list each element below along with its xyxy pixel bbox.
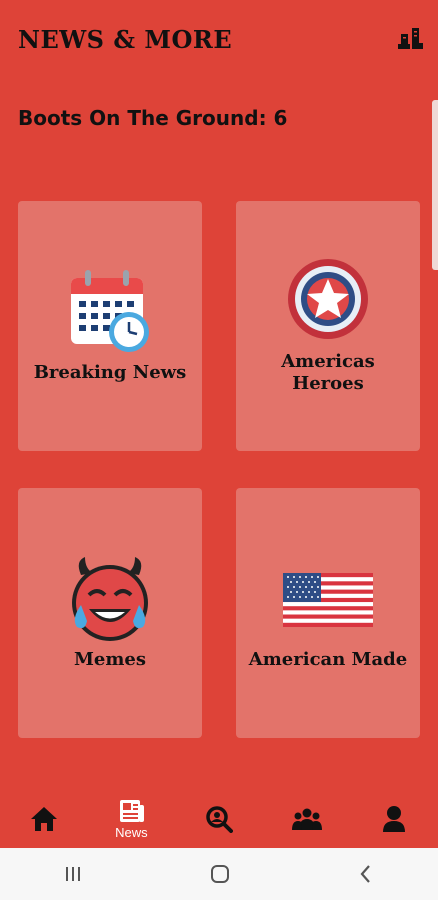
tile-american-made[interactable]: American Made xyxy=(236,488,420,738)
newspaper-icon xyxy=(120,799,145,822)
star-shield-icon xyxy=(288,259,368,339)
nav-news[interactable]: News xyxy=(101,790,161,848)
group-icon xyxy=(291,808,322,830)
page-title: NEWS & MORE xyxy=(18,24,233,54)
tile-label: Breaking News xyxy=(33,362,187,383)
system-navigation-bar xyxy=(0,848,438,900)
app-header: NEWS & MORE xyxy=(18,22,424,56)
recent-apps-icon[interactable] xyxy=(63,865,83,883)
tile-label: Memes xyxy=(73,649,146,670)
back-icon[interactable] xyxy=(357,863,375,885)
nav-community[interactable] xyxy=(277,790,337,848)
scroll-indicator[interactable] xyxy=(432,100,438,270)
profile-icon xyxy=(383,806,406,832)
bottom-navigation: News xyxy=(0,790,438,848)
tile-americas-heroes[interactable]: Americas Heroes xyxy=(236,201,420,451)
boots-count-text: Boots On The Ground: 6 xyxy=(18,106,288,130)
home-system-icon[interactable] xyxy=(209,863,231,885)
nav-search[interactable] xyxy=(189,790,249,848)
us-flag-icon xyxy=(283,573,373,627)
nav-news-label: News xyxy=(115,824,148,840)
tile-breaking-news[interactable]: Breaking News xyxy=(18,201,202,451)
home-icon xyxy=(30,807,57,831)
tile-label: Americas Heroes xyxy=(281,351,375,394)
laughing-devil-icon xyxy=(72,557,148,641)
tile-label: American Made xyxy=(248,649,408,670)
tile-memes[interactable]: Memes xyxy=(18,488,202,738)
search-icon xyxy=(206,806,233,833)
calendar-clock-icon xyxy=(71,270,149,352)
nav-home[interactable] xyxy=(14,790,74,848)
nav-profile[interactable] xyxy=(364,790,424,848)
app-screen: NEWS & MORE Boots On The Ground: 6 Break… xyxy=(0,0,438,848)
boots-icon[interactable] xyxy=(396,26,424,52)
